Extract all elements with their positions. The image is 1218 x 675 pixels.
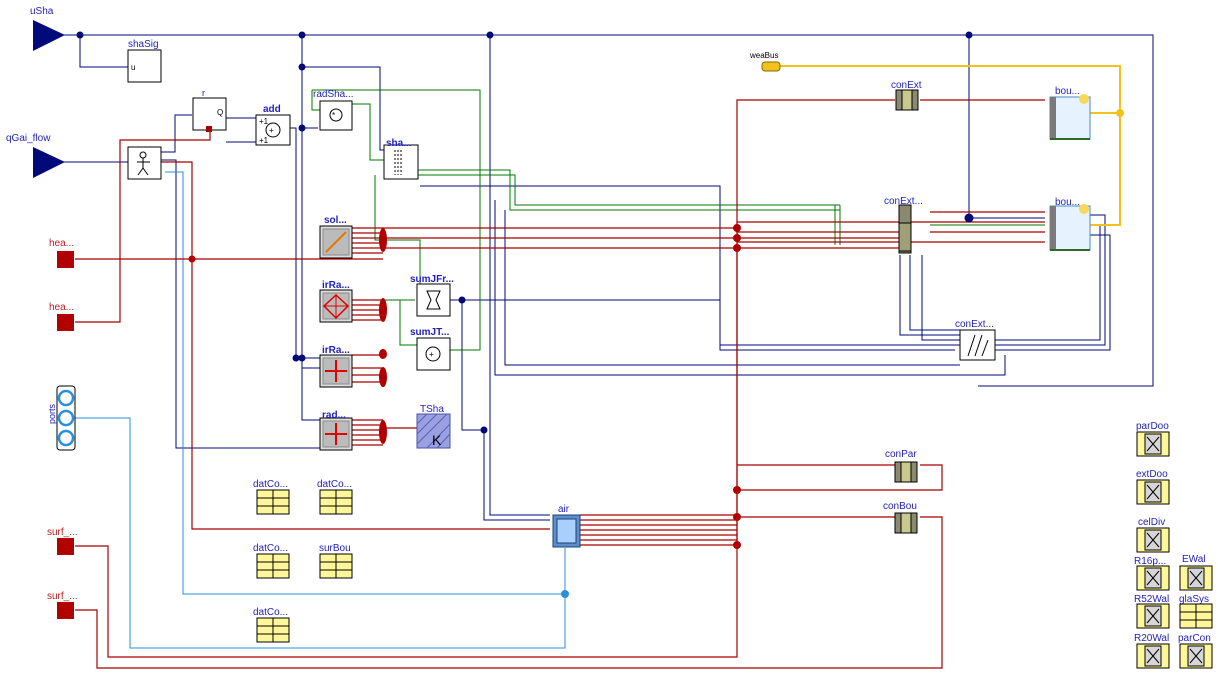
block-irRa2[interactable]: irRa... [319, 345, 353, 388]
svg-text:hea...: hea... [49, 238, 74, 249]
svg-text:rad...: rad... [322, 410, 346, 421]
svg-text:irRa...: irRa... [322, 280, 350, 291]
data-record-5[interactable]: datCo... [253, 607, 290, 643]
svg-text:+: + [269, 126, 274, 135]
heat-port-surf-2[interactable]: surf_... [47, 591, 78, 619]
svg-text:conBou: conBou [883, 501, 917, 512]
block-irRa1[interactable]: irRa... [319, 280, 353, 323]
svg-text:conExt...: conExt... [955, 319, 994, 330]
svg-text:irRa...: irRa... [322, 345, 350, 356]
block-sumJT[interactable]: + sumJT... [410, 327, 451, 371]
block-add[interactable]: + +1 +1 add [255, 104, 291, 146]
heat-port-2[interactable]: hea... [49, 302, 74, 331]
block-rad[interactable]: rad... [319, 410, 353, 451]
svg-text:datCo...: datCo... [253, 607, 288, 618]
block-conExt-3[interactable]: conExt... [955, 319, 996, 361]
block-conExt-2[interactable]: conExt... [884, 196, 923, 254]
svg-text:sumJFr...: sumJFr... [410, 274, 454, 285]
heat-port-surf-1[interactable]: surf_... [47, 527, 78, 555]
block-conExt[interactable]: conExt [891, 80, 922, 111]
svg-text:*: * [332, 111, 335, 120]
svg-text:+1: +1 [259, 117, 269, 126]
material-parCon[interactable]: parCon [1178, 633, 1213, 669]
input-qGai_flow[interactable]: qGai_flow [6, 133, 65, 178]
svg-text:sol...: sol... [324, 215, 347, 226]
material-R20Wal[interactable]: R20Wal [1134, 633, 1170, 669]
data-record-1[interactable]: datCo... [253, 479, 290, 515]
svg-text:extDoo: extDoo [1136, 469, 1168, 480]
data-record-2[interactable]: datCo... [317, 479, 353, 515]
material-parDoo[interactable]: parDoo [1136, 421, 1170, 457]
svg-text:EWal: EWal [1182, 554, 1206, 565]
svg-text:conExt: conExt [891, 80, 922, 91]
material-EWal[interactable]: EWal [1179, 554, 1213, 591]
svg-text:Q: Q [217, 108, 223, 117]
heat-wires [75, 99, 1045, 669]
modelica-diagram: uSha qGai_flow shaSig u r Q + +1 +1 add … [6, 6, 1213, 669]
svg-text:conPar: conPar [885, 449, 917, 460]
fluid-junction-dot [561, 590, 569, 598]
svg-text:R20Wal: R20Wal [1134, 633, 1169, 644]
block-air[interactable]: air [552, 504, 581, 548]
svg-text:uSha: uSha [30, 6, 54, 17]
block-sumJFr[interactable]: sumJFr... [410, 274, 454, 317]
block-bou-2[interactable]: bou... [1049, 197, 1091, 251]
weather-junction-dot [1116, 109, 1124, 117]
input-uSha[interactable]: uSha [30, 6, 65, 51]
svg-text:datCo...: datCo... [317, 479, 352, 490]
block-TSha[interactable]: TSha K [416, 404, 451, 449]
data-record-surBou[interactable]: surBou [319, 543, 353, 579]
heat-port-1[interactable]: hea... [49, 238, 74, 268]
svg-text:qGai_flow: qGai_flow [6, 133, 51, 144]
svg-text:sha...: sha... [386, 138, 412, 149]
block-sha[interactable]: sha... [383, 138, 419, 180]
fluid-ports[interactable]: ports [47, 385, 76, 451]
svg-text:parCon: parCon [1178, 633, 1211, 644]
material-glaSys[interactable]: glaSys [1179, 594, 1213, 629]
material-R16p[interactable]: R16p... [1134, 556, 1170, 591]
block-r[interactable]: r Q [192, 88, 227, 132]
block-sol[interactable]: sol... [319, 215, 353, 259]
svg-text:bou...: bou... [1055, 197, 1080, 208]
svg-text:weaBus: weaBus [749, 51, 778, 60]
svg-text:+: + [429, 350, 434, 359]
svg-text:surBou: surBou [319, 543, 351, 554]
svg-text:TSha: TSha [420, 404, 444, 415]
svg-text:glaSys: glaSys [1179, 594, 1209, 605]
weather-bus[interactable]: weaBus [749, 51, 781, 72]
svg-text:R52Wal: R52Wal [1134, 594, 1169, 605]
svg-text:air: air [558, 504, 570, 515]
material-extDoo[interactable]: extDoo [1136, 469, 1170, 505]
svg-text:radSha...: radSha... [313, 89, 354, 100]
svg-text:sumJT...: sumJT... [410, 327, 450, 338]
svg-text:datCo...: datCo... [253, 479, 288, 490]
svg-text:datCo...: datCo... [253, 543, 288, 554]
svg-text:+1: +1 [259, 136, 269, 145]
svg-text:bou...: bou... [1055, 86, 1080, 97]
svg-text:add: add [263, 104, 281, 115]
svg-text:R16p...: R16p... [1134, 556, 1166, 567]
block-qGai-splitter[interactable] [127, 146, 162, 180]
svg-text:parDoo: parDoo [1136, 421, 1169, 432]
svg-text:u: u [131, 63, 135, 72]
data-record-3[interactable]: datCo... [253, 543, 290, 579]
svg-text:shaSig: shaSig [128, 39, 159, 50]
svg-text:hea...: hea... [49, 302, 74, 313]
svg-text:surf_...: surf_... [47, 591, 78, 602]
block-shaSig[interactable]: shaSig u [127, 39, 162, 83]
svg-text:r: r [202, 88, 205, 98]
block-bou-1[interactable]: bou... [1049, 86, 1091, 140]
svg-text:surf_...: surf_... [47, 527, 78, 538]
svg-text:conExt...: conExt... [884, 196, 923, 207]
material-celDiv[interactable]: celDiv [1136, 517, 1170, 553]
svg-text:K: K [432, 432, 442, 448]
svg-text:ports: ports [47, 403, 57, 424]
material-R52Wal[interactable]: R52Wal [1134, 594, 1170, 629]
svg-text:celDiv: celDiv [1138, 517, 1165, 528]
